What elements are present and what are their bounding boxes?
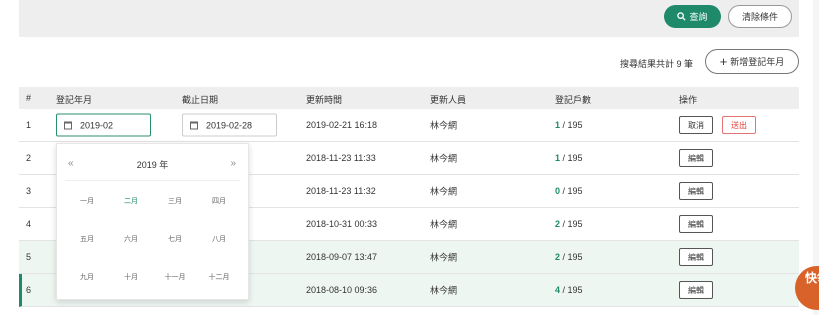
row-updated-by: 林今網 xyxy=(430,285,458,296)
row-count-value: 0 xyxy=(555,186,561,196)
send-button[interactable]: 送出 xyxy=(722,116,756,134)
row-updated-by: 林今網 xyxy=(430,252,458,263)
clear-conditions-button[interactable]: 清除條件 xyxy=(728,5,792,28)
row-updated-at: 2019-02-21 16:18 xyxy=(306,120,378,130)
row-household-count: 4 / 195 xyxy=(555,285,583,295)
header-register-month: 登記年月 xyxy=(56,95,93,105)
month-cell[interactable]: 十一月 xyxy=(153,258,197,296)
row-index: 3 xyxy=(26,186,32,196)
row-count-value: 2 xyxy=(555,252,561,262)
row-count-total: / 195 xyxy=(562,252,583,262)
month-cell[interactable]: 八月 xyxy=(197,220,241,258)
month-cell-current[interactable]: 二月 xyxy=(109,182,153,220)
row-updated-at: 2018-08-10 09:36 xyxy=(306,285,378,295)
row-index: 5 xyxy=(26,252,32,262)
row-index: 6 xyxy=(26,285,32,295)
deadline-input[interactable]: 2019-02-28 xyxy=(182,113,277,137)
month-cell[interactable]: 九月 xyxy=(65,258,109,296)
month-cell[interactable]: 六月 xyxy=(109,220,153,258)
row-count-value: 4 xyxy=(555,285,561,295)
table-header: # 登記年月 截止日期 更新時間 更新人員 登記戶數 操作 xyxy=(19,87,799,109)
cancel-button[interactable]: 取消 xyxy=(679,116,713,134)
deadline-value: 2019-02-28 xyxy=(206,120,253,130)
row-updated-at: 2018-11-23 11:33 xyxy=(306,153,376,163)
row-count-value: 1 xyxy=(555,120,561,130)
table-row: 1 2019-02 2019-02-28 2019-02-21 16:18 林今… xyxy=(19,109,799,142)
row-updated-by: 林今網 xyxy=(430,219,458,230)
row-household-count: 1 / 195 xyxy=(555,120,583,130)
month-picker-year[interactable]: 2019 年 xyxy=(57,158,248,171)
month-cell[interactable]: 十二月 xyxy=(197,258,241,296)
edit-button[interactable]: 編輯 xyxy=(679,182,713,200)
row-index: 4 xyxy=(26,219,32,229)
edit-button[interactable]: 編輯 xyxy=(679,248,713,266)
calendar-icon xyxy=(190,121,198,129)
row-updated-by: 林今網 xyxy=(430,153,458,164)
header-actions: 操作 xyxy=(679,95,698,105)
add-button-label: 新增登記年月 xyxy=(730,57,785,67)
register-month-value: 2019-02 xyxy=(80,120,114,130)
month-cell[interactable]: 一月 xyxy=(65,182,109,220)
month-grid: 一月 二月 三月 四月 五月 六月 七月 八月 九月 十月 十一月 十二月 xyxy=(65,182,241,296)
month-cell[interactable]: 三月 xyxy=(153,182,197,220)
row-updated-by: 林今網 xyxy=(430,186,458,197)
header-updated-at: 更新時間 xyxy=(306,95,343,105)
header-household-count: 登記戶數 xyxy=(555,95,592,105)
calendar-icon xyxy=(64,121,72,129)
month-cell[interactable]: 七月 xyxy=(153,220,197,258)
month-cell[interactable]: 五月 xyxy=(65,220,109,258)
add-register-month-button[interactable]: + 新增登記年月 xyxy=(705,49,799,74)
row-index: 1 xyxy=(26,120,32,130)
edit-button[interactable]: 編輯 xyxy=(679,215,713,233)
row-updated-by: 林今網 xyxy=(430,120,458,131)
row-household-count: 1 / 195 xyxy=(555,153,583,163)
month-picker-divider xyxy=(65,180,240,181)
row-count-value: 2 xyxy=(555,219,561,229)
row-count-total: / 195 xyxy=(562,285,583,295)
row-updated-at: 2018-10-31 00:33 xyxy=(306,219,378,229)
row-household-count: 0 / 195 xyxy=(555,186,583,196)
row-updated-at: 2018-11-23 11:32 xyxy=(306,186,376,196)
row-updated-at: 2018-09-07 13:47 xyxy=(306,252,378,262)
plus-icon: + xyxy=(719,54,728,69)
month-picker-header: « 2019 年 » xyxy=(57,144,248,182)
clear-button-label: 清除條件 xyxy=(741,12,778,22)
row-count-total: / 195 xyxy=(562,153,583,163)
search-button[interactable]: 查詢 xyxy=(664,5,721,28)
header-updated-by: 更新人員 xyxy=(430,95,467,105)
month-picker: « 2019 年 » 一月 二月 三月 四月 五月 六月 七月 八月 九月 十月… xyxy=(56,143,249,300)
row-count-total: / 195 xyxy=(562,219,583,229)
result-count: 搜尋結果共計 9 筆 xyxy=(620,59,694,69)
row-household-count: 2 / 195 xyxy=(555,252,583,262)
month-cell[interactable]: 四月 xyxy=(197,182,241,220)
row-count-total: / 195 xyxy=(562,120,583,130)
search-icon xyxy=(677,12,687,21)
row-count-total: / 195 xyxy=(562,186,583,196)
row-index: 2 xyxy=(26,153,32,163)
row-household-count: 2 / 195 xyxy=(555,219,583,229)
row-count-value: 1 xyxy=(555,153,561,163)
edit-button[interactable]: 編輯 xyxy=(679,149,713,167)
month-cell[interactable]: 十月 xyxy=(109,258,153,296)
register-month-input[interactable]: 2019-02 xyxy=(56,113,151,137)
edit-button[interactable]: 編輯 xyxy=(679,281,713,299)
header-index: # xyxy=(26,93,32,103)
search-button-label: 查詢 xyxy=(689,12,708,22)
header-deadline: 截止日期 xyxy=(182,95,219,105)
next-year-button[interactable]: » xyxy=(230,158,236,169)
